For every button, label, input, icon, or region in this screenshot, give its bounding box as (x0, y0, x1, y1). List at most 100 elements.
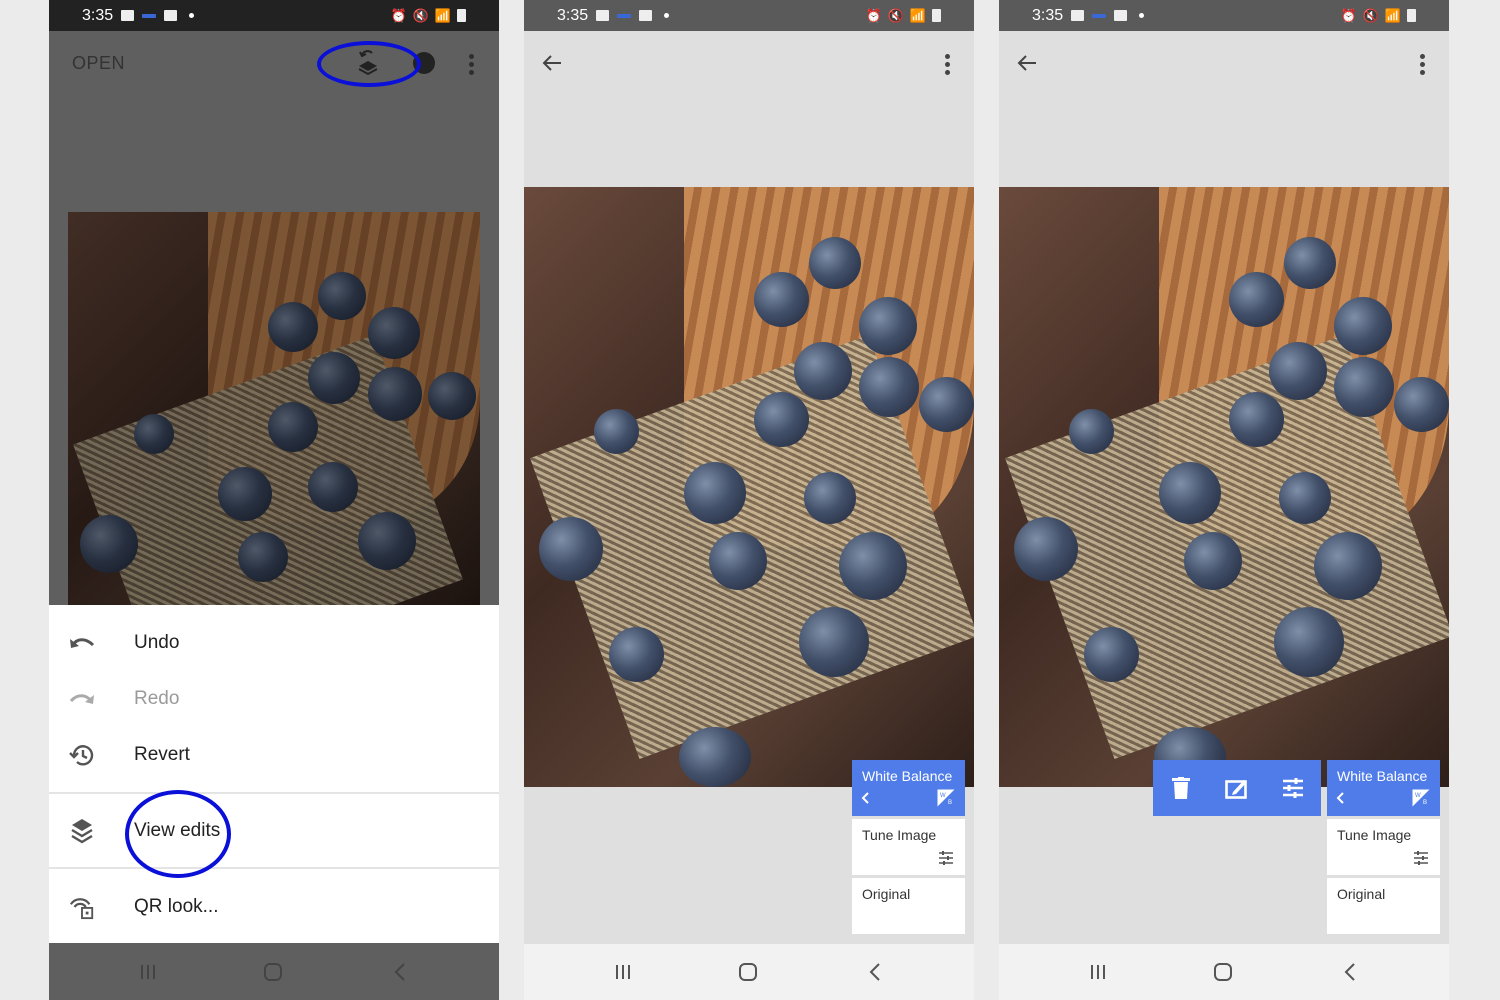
stack-item-white-balance[interactable]: White Balance WB (852, 760, 965, 816)
recents-icon (616, 965, 630, 979)
status-bar: 3:35 ⏰ 🔇 📶 (524, 0, 974, 31)
menu-item-undo[interactable]: Undo (49, 615, 499, 671)
overflow-menu-button[interactable] (943, 53, 953, 75)
battery-icon (1407, 9, 1416, 22)
back-arrow-button[interactable] (1015, 51, 1039, 75)
mute-icon: 🔇 (887, 7, 904, 23)
app-bar (999, 31, 1449, 95)
more-vert-icon (1420, 53, 1426, 75)
brush-edit-icon (1225, 780, 1247, 799)
undo-icon (69, 630, 95, 656)
svg-text:W: W (1415, 793, 1421, 799)
menu-divider (49, 792, 499, 794)
back-arrow-button[interactable] (540, 51, 564, 75)
status-bar: 3:35 ⏰ 🔇 📶 (49, 0, 499, 31)
chevron-left-icon (861, 792, 869, 804)
app-bar (524, 31, 974, 95)
recents-button[interactable] (136, 960, 160, 984)
stack-item-tune-image[interactable]: Tune Image (852, 819, 965, 875)
battery-icon (932, 9, 941, 22)
gallery-notification-icon (1071, 10, 1085, 21)
layers-icon (69, 818, 95, 844)
stack-item-original[interactable]: Original (852, 878, 965, 934)
stack-item-tune-image[interactable]: Tune Image (1327, 819, 1440, 875)
tune-sliders-icon (1283, 778, 1303, 798)
home-button[interactable] (261, 960, 285, 984)
arrow-back-icon (542, 55, 561, 71)
book-notification-icon (164, 10, 178, 21)
back-button[interactable] (1338, 960, 1362, 984)
chevron-left-icon (1336, 792, 1344, 804)
brush-edit-button[interactable] (1222, 773, 1252, 803)
recents-button[interactable] (1086, 960, 1110, 984)
wifi-icon: 📶 (909, 7, 926, 23)
phone-screen-menu: 3:35 ⏰ 🔇 📶 OPEN Undo Redo Revert View ed… (49, 0, 499, 1000)
white-balance-icon: WB (1412, 789, 1430, 807)
photo-preview (524, 187, 974, 787)
status-time: 3:35 (1032, 6, 1064, 24)
recents-icon (141, 965, 155, 979)
mute-icon: 🔇 (1362, 7, 1379, 23)
back-button[interactable] (388, 960, 412, 984)
edit-stack-icon (358, 50, 378, 76)
history-icon (69, 742, 95, 768)
home-button[interactable] (1211, 960, 1235, 984)
svg-text:B: B (1423, 800, 1427, 806)
wifi-icon: 📶 (1384, 7, 1401, 23)
stack-item-original[interactable]: Original (1327, 878, 1440, 934)
menu-item-view-edits[interactable]: View edits (49, 803, 499, 859)
menu-item-revert[interactable]: Revert (49, 727, 499, 783)
back-icon (394, 963, 405, 981)
alarm-icon: ⏰ (865, 7, 882, 23)
alarm-icon: ⏰ (1340, 7, 1357, 23)
adjust-params-button[interactable] (1278, 773, 1308, 803)
status-time: 3:35 (557, 6, 589, 24)
app-notification-icon (1092, 13, 1107, 18)
overflow-menu-sheet: Undo Redo Revert View edits QR look... (49, 605, 499, 943)
edit-actions-toolbar (1153, 760, 1321, 816)
back-button[interactable] (863, 960, 887, 984)
svg-text:B: B (948, 800, 952, 806)
mute-icon: 🔇 (412, 7, 429, 23)
more-notifications-icon (1139, 13, 1145, 18)
stack-item-white-balance[interactable]: White Balance WB (1327, 760, 1440, 816)
redo-icon (69, 686, 95, 712)
info-button[interactable] (413, 52, 435, 74)
app-bar: OPEN (49, 31, 499, 95)
recents-icon (1091, 965, 1105, 979)
more-notifications-icon (189, 13, 195, 18)
delete-edit-button[interactable] (1166, 773, 1196, 803)
gallery-notification-icon (121, 10, 135, 21)
status-time: 3:35 (82, 6, 114, 24)
back-icon (1344, 963, 1355, 981)
photo-preview (68, 212, 480, 605)
system-nav-bar (999, 944, 1449, 1000)
phone-screen-edit-options: 3:35 ⏰ 🔇 📶 White Balance W B Tune Image … (999, 0, 1449, 1000)
menu-item-redo[interactable]: Redo (49, 671, 499, 727)
recents-button[interactable] (611, 960, 635, 984)
book-notification-icon (1114, 10, 1128, 21)
gallery-notification-icon (596, 10, 610, 21)
more-notifications-icon (664, 13, 670, 18)
menu-item-qr-look[interactable]: QR look... (49, 879, 499, 935)
system-nav-bar (524, 944, 974, 1000)
battery-icon (457, 9, 466, 22)
book-notification-icon (639, 10, 653, 21)
system-nav-bar (49, 944, 499, 1000)
phone-screen-view-edits: 3:35 ⏰ 🔇 📶 White Balance W B Tune Image … (524, 0, 974, 1000)
info-icon (413, 52, 435, 74)
home-button[interactable] (736, 960, 760, 984)
edit-stack-button[interactable] (355, 49, 381, 77)
back-icon (869, 963, 880, 981)
app-notification-icon (142, 13, 157, 18)
arrow-back-icon (1017, 55, 1036, 71)
open-button[interactable]: OPEN (72, 53, 125, 74)
more-vert-icon (469, 53, 475, 75)
overflow-menu-button[interactable] (1418, 53, 1428, 75)
photo-preview (999, 187, 1449, 787)
tune-icon (939, 851, 953, 865)
home-icon (1214, 963, 1232, 981)
app-notification-icon (617, 13, 632, 18)
overflow-menu-button[interactable] (467, 53, 477, 75)
white-balance-icon: WB (937, 789, 955, 807)
